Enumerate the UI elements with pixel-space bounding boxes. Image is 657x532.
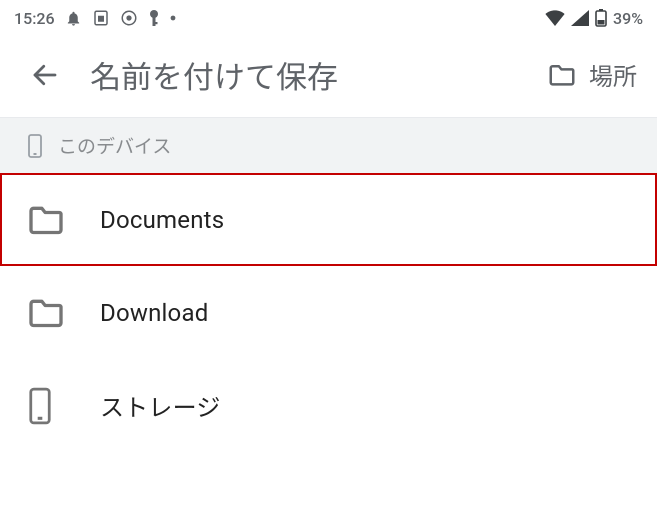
page-title: 名前を付けて保存 (90, 52, 547, 97)
list-item-label: Download (100, 299, 208, 327)
list-item-label: Documents (100, 206, 224, 234)
folder-icon (26, 293, 72, 333)
app-bar: 名前を付けて保存 場所 (0, 36, 657, 117)
notification-bell-icon (65, 10, 82, 27)
status-time: 15:26 (14, 9, 55, 28)
section-this-device: このデバイス (0, 117, 657, 173)
list-item-documents[interactable]: Documents (0, 173, 657, 266)
device-icon (26, 133, 44, 159)
status-left: 15:26 (14, 9, 176, 28)
battery-percentage: 39% (613, 9, 643, 28)
chrome-icon (120, 9, 138, 27)
list-item-storage[interactable]: ストレージ (0, 359, 657, 452)
locations-list: Documents Download ストレージ (0, 173, 657, 452)
list-item-label: ストレージ (100, 388, 221, 423)
list-item-download[interactable]: Download (0, 266, 657, 359)
locations-button[interactable]: 場所 (547, 57, 637, 92)
key-icon (148, 9, 160, 27)
status-right: 39% (545, 9, 643, 28)
sim-card-icon (92, 9, 110, 27)
status-bar: 15:26 39% (0, 0, 657, 36)
dot-icon (170, 15, 176, 21)
wifi-icon (545, 10, 565, 26)
back-button[interactable] (30, 60, 60, 90)
cellular-signal-icon (571, 10, 589, 26)
folder-icon (26, 200, 72, 240)
battery-icon (595, 9, 607, 27)
locations-label: 場所 (589, 57, 637, 92)
folder-icon (547, 60, 577, 90)
section-label: このデバイス (58, 132, 171, 159)
device-icon (26, 386, 72, 426)
